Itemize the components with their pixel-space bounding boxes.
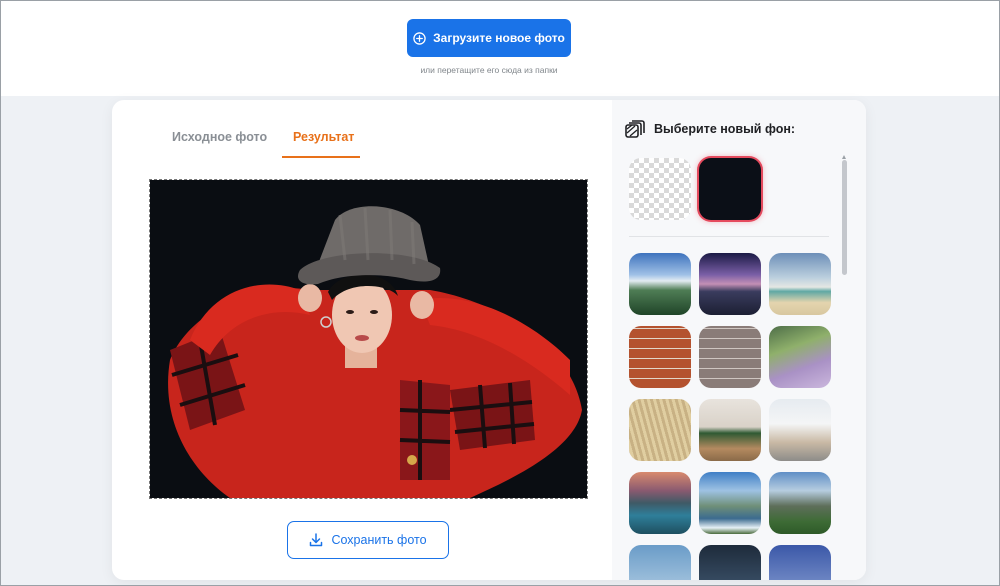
background-picker-scrollbar[interactable]: [842, 155, 847, 555]
plus-circle-icon: [413, 31, 426, 45]
save-photo-button[interactable]: Сохранить фото: [287, 521, 449, 559]
background-thumb-lavender-path[interactable]: [769, 326, 831, 388]
person-photo-illustration: [150, 180, 587, 498]
upload-new-photo-button[interactable]: Загрузите новое фото: [407, 19, 571, 57]
save-button-label: Сохранить фото: [331, 533, 427, 547]
background-thumb-wheat-field[interactable]: [629, 399, 691, 461]
background-thumb-sky-2[interactable]: [699, 545, 761, 580]
upload-bar: Загрузите новое фото или перетащите его …: [0, 0, 1000, 96]
divider: [629, 236, 829, 237]
tab-original-photo[interactable]: Исходное фото: [172, 130, 267, 144]
result-photo: [149, 179, 588, 499]
background-thumb-sky-3[interactable]: [769, 545, 831, 580]
upload-hint: или перетащите его сюда из папки: [420, 65, 558, 75]
layers-icon: [625, 120, 645, 138]
scrollbar-thumb[interactable]: [842, 160, 847, 275]
background-thumb-mountains-lake[interactable]: [629, 253, 691, 315]
background-picker: Выберите новый фон:: [612, 100, 866, 580]
transparent-background-option[interactable]: [629, 158, 691, 220]
background-thumb-living-room[interactable]: [769, 399, 831, 461]
editor-card: Исходное фото Результат Сохранить фото В…: [112, 100, 866, 580]
background-picker-title: Выберите новый фон:: [654, 122, 796, 136]
upload-button-label: Загрузите новое фото: [433, 31, 565, 45]
background-picker-header: Выберите новый фон:: [625, 120, 795, 138]
tab-result[interactable]: Результат: [293, 130, 354, 144]
download-icon: [310, 533, 323, 547]
background-thumb-grey-brick-wall[interactable]: [699, 326, 761, 388]
background-thumb-mountain-river[interactable]: [699, 472, 761, 534]
black-background-option-selected[interactable]: [699, 158, 761, 220]
background-thumb-christmas-room[interactable]: [699, 399, 761, 461]
active-tab-indicator: [282, 156, 360, 158]
background-thumb-red-brick-wall[interactable]: [629, 326, 691, 388]
background-thumb-beach[interactable]: [769, 253, 831, 315]
background-thumbnails: [629, 253, 839, 580]
background-thumb-mountain-lake-sunset[interactable]: [629, 472, 691, 534]
background-thumb-night-sky-mountains[interactable]: [699, 253, 761, 315]
background-thumb-sky-1[interactable]: [629, 545, 691, 580]
background-thumb-green-peaks[interactable]: [769, 472, 831, 534]
